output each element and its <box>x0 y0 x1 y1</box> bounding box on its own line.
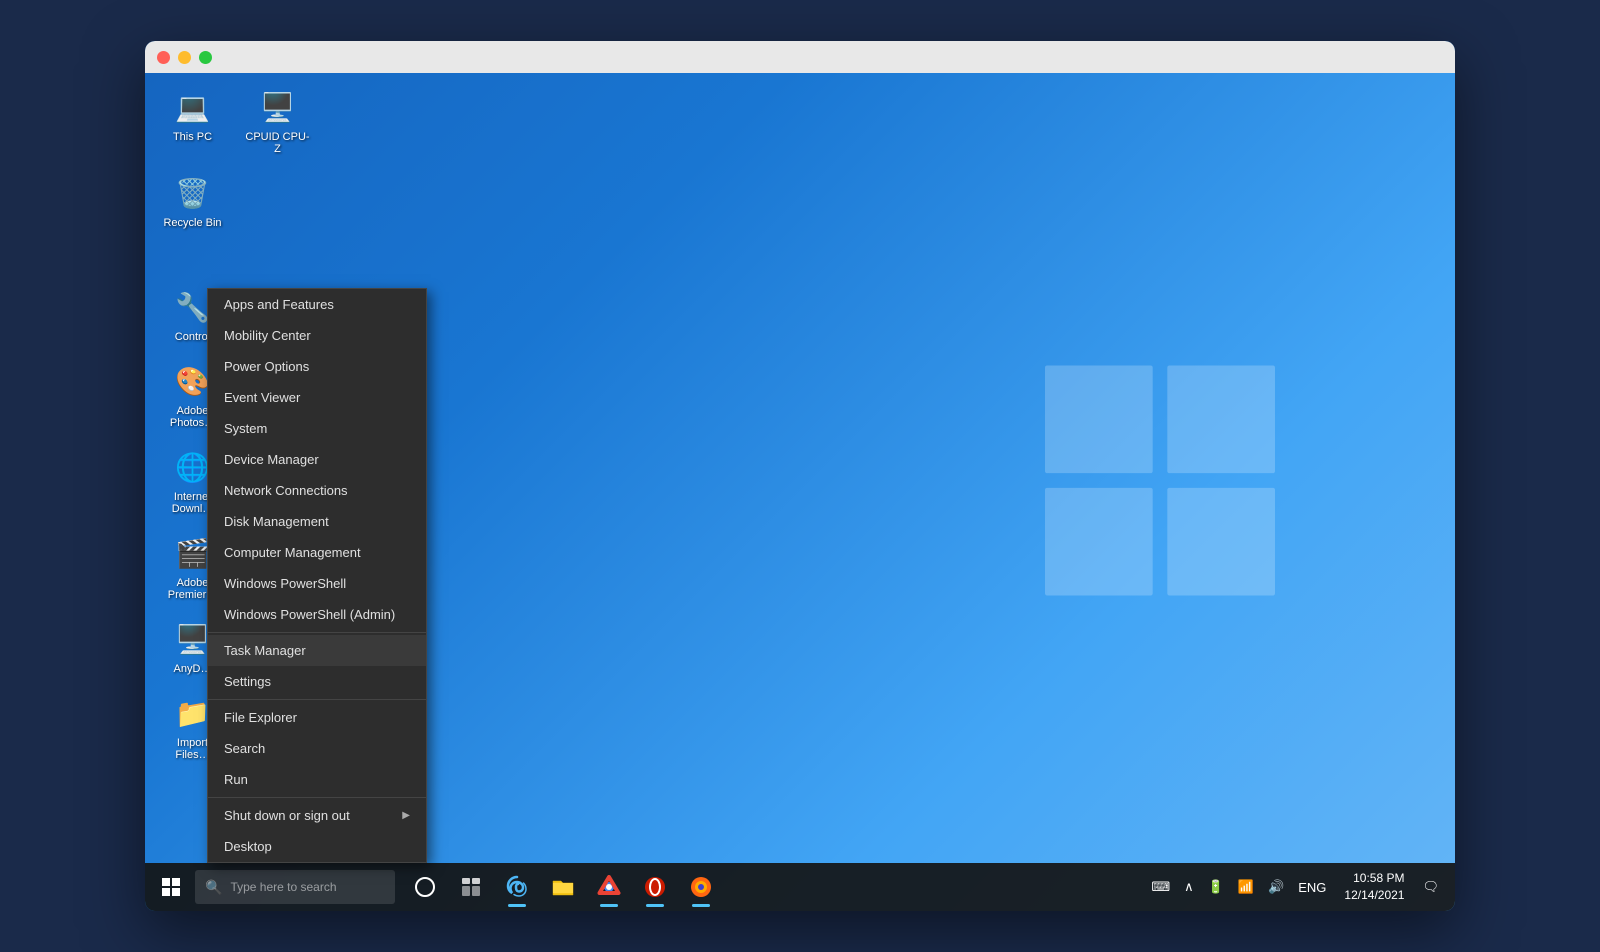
cpuid-icon: 🖥️ <box>258 87 298 127</box>
taskbar-right: ⌨ ∧ 🔋 📶 🔊 ENG 10:58 PM 12/14/2021 🗨 <box>1147 870 1451 904</box>
menu-item-network-connections[interactable]: Network Connections <box>208 475 426 506</box>
windows-logo-icon <box>162 878 180 896</box>
mac-window: 💻 This PC 🖥️ CPUID CPU-Z 🗑️ Recycle Bin … <box>145 41 1455 911</box>
this-pc-icon: 💻 <box>173 87 213 127</box>
taskbar-app-opera[interactable] <box>633 865 677 909</box>
maximize-button[interactable] <box>199 51 212 64</box>
menu-item-system[interactable]: System <box>208 413 426 444</box>
desktop-icon-recycle-bin[interactable]: 🗑️ Recycle Bin <box>155 169 230 233</box>
menu-item-settings[interactable]: Settings <box>208 666 426 700</box>
anydesk-label: AnyD… <box>174 663 212 675</box>
search-icon: 🔍 <box>205 879 222 896</box>
menu-item-power-options[interactable]: Power Options <box>208 351 426 382</box>
taskbar-app-task-view[interactable] <box>449 865 493 909</box>
minimize-button[interactable] <box>178 51 191 64</box>
edge-icon <box>505 875 529 899</box>
mac-titlebar <box>145 41 1455 73</box>
tray-network-icon[interactable]: 📶 <box>1234 877 1258 897</box>
firefox-icon <box>689 875 713 899</box>
close-button[interactable] <box>157 51 170 64</box>
menu-item-shut-down[interactable]: Shut down or sign out ▶ <box>208 800 426 831</box>
recycle-bin-icon: 🗑️ <box>173 173 213 213</box>
import-files-label: ImportFiles… <box>175 737 209 761</box>
clock-time: 10:58 PM <box>1344 870 1404 887</box>
desktop-icon-cpuid[interactable]: 🖥️ CPUID CPU-Z <box>240 83 315 159</box>
start-button[interactable] <box>149 865 193 909</box>
taskbar-clock[interactable]: 10:58 PM 12/14/2021 <box>1336 870 1412 904</box>
desktop: 💻 This PC 🖥️ CPUID CPU-Z 🗑️ Recycle Bin … <box>145 73 1455 911</box>
desktop-icon-row-1: 💻 This PC 🖥️ CPUID CPU-Z <box>155 83 315 159</box>
menu-item-search[interactable]: Search <box>208 733 426 764</box>
taskbar-app-firefox[interactable] <box>679 865 723 909</box>
recycle-bin-label: Recycle Bin <box>163 217 221 229</box>
taskbar-app-chrome[interactable] <box>587 865 631 909</box>
tray-lang-indicator[interactable]: ENG <box>1294 878 1330 897</box>
tray-keyboard-icon[interactable]: ⌨ <box>1147 877 1174 897</box>
menu-item-windows-powershell[interactable]: Windows PowerShell <box>208 568 426 599</box>
clock-date: 12/14/2021 <box>1344 887 1404 904</box>
menu-item-computer-management[interactable]: Computer Management <box>208 537 426 568</box>
control-label: Control <box>175 331 210 343</box>
taskbar-search-box[interactable]: 🔍 Type here to search <box>195 870 395 904</box>
search-placeholder: Type here to search <box>230 880 336 894</box>
context-menu: Apps and Features Mobility Center Power … <box>207 288 427 863</box>
tray-chevron-icon[interactable]: ∧ <box>1180 877 1198 897</box>
submenu-arrow-icon: ▶ <box>402 810 410 821</box>
menu-item-file-explorer[interactable]: File Explorer <box>208 702 426 733</box>
chrome-icon <box>597 875 621 899</box>
desktop-icon-this-pc[interactable]: 💻 This PC <box>155 83 230 159</box>
menu-item-powershell-admin[interactable]: Windows PowerShell (Admin) <box>208 599 426 633</box>
windows-logo-decoration <box>1045 366 1275 596</box>
file-explorer-icon <box>551 875 575 899</box>
taskbar-app-cortana[interactable] <box>403 865 447 909</box>
taskbar-apps <box>403 865 723 909</box>
taskbar-app-edge[interactable] <box>495 865 539 909</box>
tray-notification-icon[interactable]: 🗨 <box>1418 877 1443 897</box>
menu-item-mobility-center[interactable]: Mobility Center <box>208 320 426 351</box>
taskbar: 🔍 Type here to search <box>145 863 1455 911</box>
menu-item-disk-management[interactable]: Disk Management <box>208 506 426 537</box>
this-pc-label: This PC <box>173 131 212 143</box>
cortana-icon <box>414 876 436 898</box>
cpuid-label: CPUID CPU-Z <box>244 131 311 155</box>
menu-item-run[interactable]: Run <box>208 764 426 798</box>
opera-icon <box>643 875 667 899</box>
tray-volume-icon[interactable]: 🔊 <box>1264 877 1288 897</box>
task-view-icon <box>460 876 482 898</box>
menu-item-event-viewer[interactable]: Event Viewer <box>208 382 426 413</box>
desktop-icon-row-2: 🗑️ Recycle Bin <box>155 169 315 233</box>
tray-battery-icon[interactable]: 🔋 <box>1204 877 1228 897</box>
taskbar-app-file-explorer[interactable] <box>541 865 585 909</box>
menu-item-desktop[interactable]: Desktop <box>208 831 426 862</box>
menu-item-device-manager[interactable]: Device Manager <box>208 444 426 475</box>
menu-item-apps-features[interactable]: Apps and Features <box>208 289 426 320</box>
menu-item-task-manager[interactable]: Task Manager <box>208 635 426 666</box>
